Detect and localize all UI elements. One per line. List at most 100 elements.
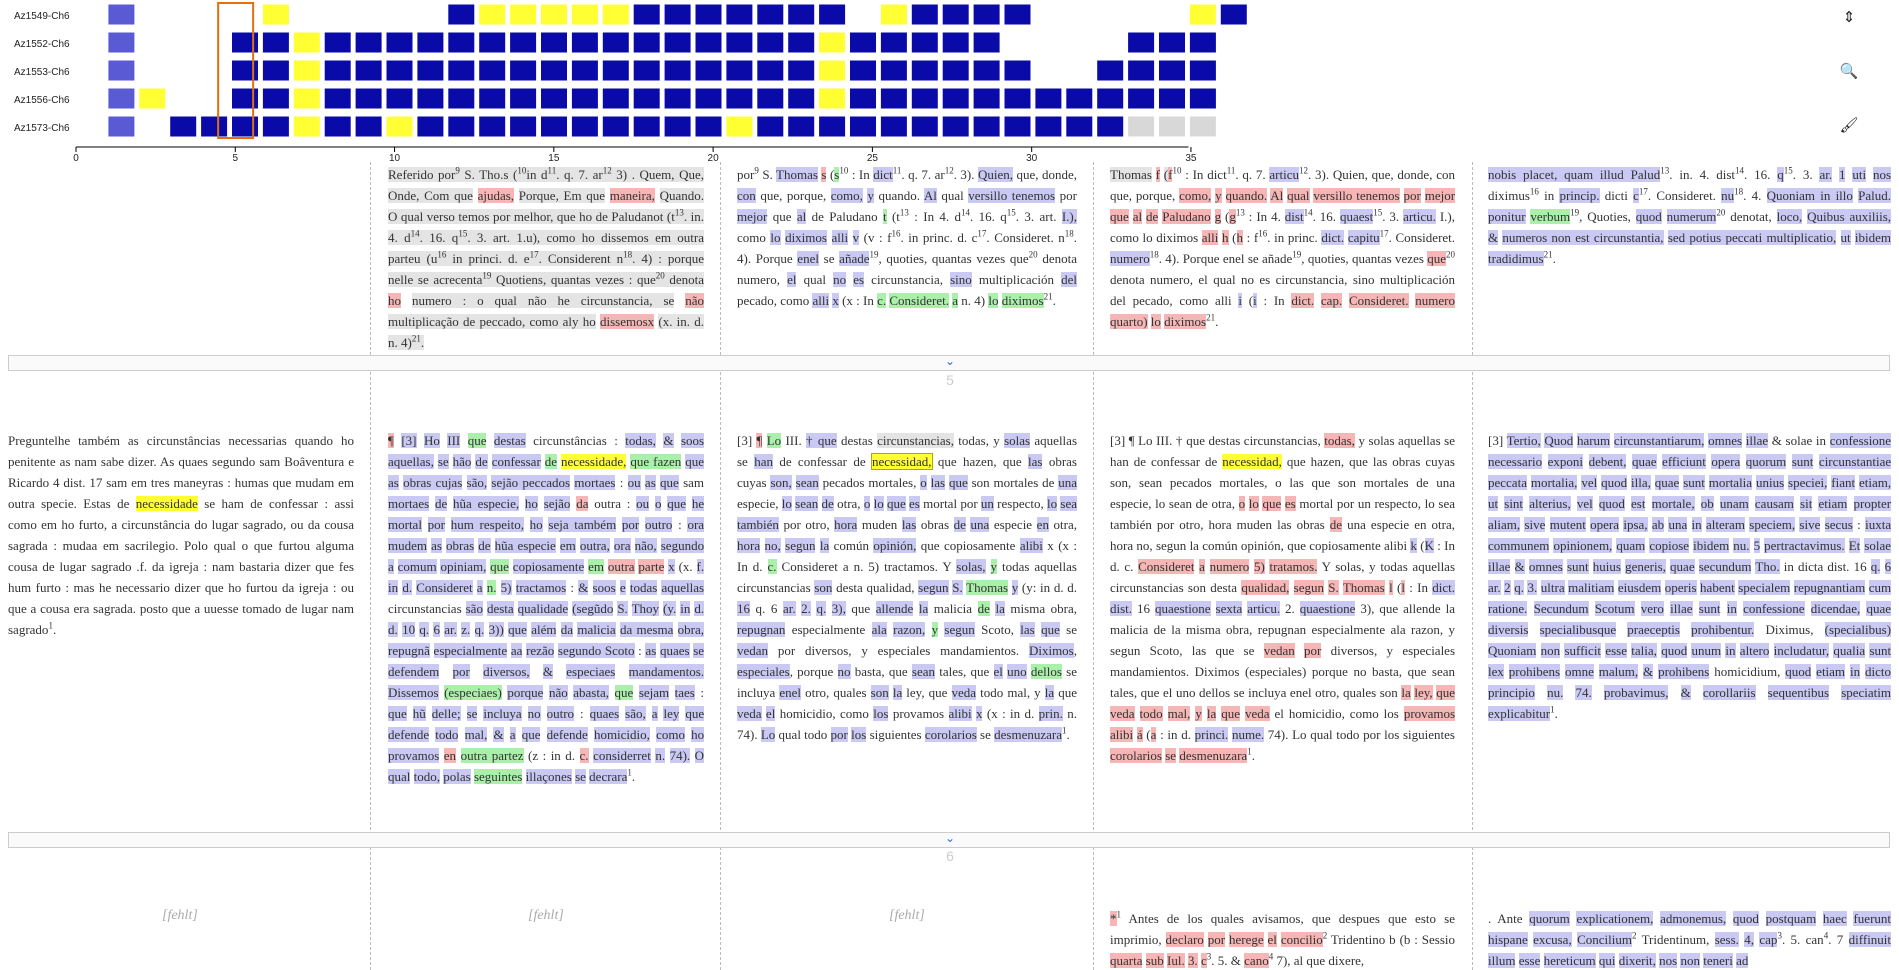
- expand-icon[interactable]: ⇕: [1799, 8, 1899, 26]
- heatmap-cell[interactable]: [447, 3, 476, 26]
- heatmap-cell[interactable]: [756, 31, 785, 54]
- heatmap-cell[interactable]: [570, 115, 599, 138]
- heatmap-cell[interactable]: [385, 87, 414, 110]
- heatmap-cell[interactable]: [756, 3, 785, 26]
- heatmap-cell[interactable]: [972, 59, 1001, 82]
- heatmap-cell[interactable]: [292, 115, 321, 138]
- heatmap-cell[interactable]: [323, 59, 352, 82]
- heatmap-cell[interactable]: [879, 87, 908, 110]
- heatmap-cell[interactable]: [725, 87, 754, 110]
- heatmap-cell[interactable]: [354, 31, 383, 54]
- heatmap-cell[interactable]: [1188, 87, 1217, 110]
- heatmap-cell[interactable]: [910, 31, 939, 54]
- heatmap-cell[interactable]: [941, 31, 970, 54]
- heatmap-cell[interactable]: [107, 115, 136, 138]
- heatmap-cell[interactable]: [879, 59, 908, 82]
- heatmap-cell[interactable]: [632, 31, 661, 54]
- heatmap-cell[interactable]: [818, 59, 847, 82]
- heatmap-cell[interactable]: [694, 31, 723, 54]
- heatmap-cell[interactable]: [138, 87, 167, 110]
- heatmap-cell[interactable]: [354, 115, 383, 138]
- heatmap-cell[interactable]: [323, 31, 352, 54]
- heatmap-cell[interactable]: [725, 59, 754, 82]
- heatmap-cell[interactable]: [818, 31, 847, 54]
- heatmap-cell[interactable]: [694, 59, 723, 82]
- heatmap-cell[interactable]: [601, 87, 630, 110]
- heatmap-cell[interactable]: [540, 3, 568, 26]
- heatmap-cell[interactable]: [941, 87, 970, 110]
- heatmap-cell[interactable]: [972, 31, 1001, 54]
- heatmap-cell[interactable]: [725, 31, 754, 54]
- heatmap-cell[interactable]: [1188, 115, 1217, 138]
- heatmap-cell[interactable]: [725, 115, 754, 138]
- chevron-down-icon[interactable]: ⌄: [940, 831, 960, 845]
- heatmap-cell[interactable]: [261, 115, 290, 138]
- heatmap-cell[interactable]: [447, 59, 476, 82]
- heatmap-cell[interactable]: [601, 3, 630, 26]
- heatmap-cell[interactable]: [292, 59, 321, 82]
- heatmap-cell[interactable]: [972, 115, 1001, 138]
- heatmap-cell[interactable]: [941, 59, 970, 82]
- heatmap-cell[interactable]: [231, 31, 259, 54]
- heatmap-cell[interactable]: [540, 31, 568, 54]
- heatmap-cell[interactable]: [478, 31, 507, 54]
- heatmap-cell[interactable]: [1065, 87, 1094, 110]
- heatmap-cell[interactable]: [1188, 3, 1217, 26]
- heatmap-cell[interactable]: [941, 115, 970, 138]
- heatmap-cell[interactable]: [1003, 115, 1032, 138]
- heatmap-cell[interactable]: [972, 87, 1001, 110]
- heatmap-cell[interactable]: [570, 31, 599, 54]
- heatmap-cell[interactable]: [570, 3, 599, 26]
- heatmap-cell[interactable]: [540, 59, 568, 82]
- heatmap-cell[interactable]: [694, 3, 723, 26]
- heatmap-cell[interactable]: [601, 31, 630, 54]
- heatmap-cell[interactable]: [849, 87, 877, 110]
- heatmap-cell[interactable]: [1188, 31, 1217, 54]
- heatmap-cell[interactable]: [849, 31, 877, 54]
- chevron-down-icon[interactable]: ⌄: [940, 354, 960, 368]
- heatmap-cell[interactable]: [416, 115, 445, 138]
- heatmap-cell[interactable]: [663, 3, 692, 26]
- heatmap-cell[interactable]: [354, 59, 383, 82]
- heatmap-cell[interactable]: [261, 31, 290, 54]
- heatmap-cell[interactable]: [385, 115, 414, 138]
- heatmap-cell[interactable]: [787, 87, 816, 110]
- heatmap-cell[interactable]: [1127, 87, 1156, 110]
- heatmap-cell[interactable]: [1127, 59, 1156, 82]
- heatmap-cell[interactable]: [1034, 115, 1063, 138]
- heatmap-cell[interactable]: [478, 3, 507, 26]
- brush-icon[interactable]: 🖌: [1799, 116, 1899, 134]
- heatmap-cell[interactable]: [1003, 3, 1032, 26]
- heatmap-cell[interactable]: [725, 3, 754, 26]
- heatmap-cell[interactable]: [1096, 59, 1125, 82]
- text-view[interactable]: Referido por9 S. Tho.s (10in d11. q. 7. …: [0, 162, 1899, 970]
- heatmap-cell[interactable]: [1158, 87, 1186, 110]
- heatmap-cell[interactable]: [632, 87, 661, 110]
- heatmap-cell[interactable]: [663, 115, 692, 138]
- heatmap-cell[interactable]: [694, 87, 723, 110]
- heatmap-cell[interactable]: [509, 115, 538, 138]
- heatmap-cell[interactable]: [540, 115, 568, 138]
- heatmap-cell[interactable]: [663, 31, 692, 54]
- heatmap-cell[interactable]: [601, 59, 630, 82]
- heatmap-cell[interactable]: [107, 31, 136, 54]
- heatmap-cell[interactable]: [941, 3, 970, 26]
- heatmap-cell[interactable]: [570, 87, 599, 110]
- heatmap-cell[interactable]: [1065, 115, 1094, 138]
- heatmap-cell[interactable]: [1096, 87, 1125, 110]
- heatmap-cell[interactable]: [231, 115, 259, 138]
- heatmap-cell[interactable]: [261, 87, 290, 110]
- heatmap-cell[interactable]: [323, 115, 352, 138]
- heatmap-cell[interactable]: [478, 115, 507, 138]
- heatmap-cell[interactable]: [879, 3, 908, 26]
- heatmap-cell[interactable]: [818, 3, 847, 26]
- heatmap-cell[interactable]: [972, 3, 1001, 26]
- heatmap-cell[interactable]: [632, 3, 661, 26]
- heatmap-cell[interactable]: [849, 59, 877, 82]
- heatmap-cell[interactable]: [663, 87, 692, 110]
- heatmap-cell[interactable]: [231, 87, 259, 110]
- heatmap-cell[interactable]: [1158, 31, 1186, 54]
- heatmap-cell[interactable]: [107, 3, 136, 26]
- heatmap-cell[interactable]: [323, 87, 352, 110]
- heatmap-cell[interactable]: [632, 115, 661, 138]
